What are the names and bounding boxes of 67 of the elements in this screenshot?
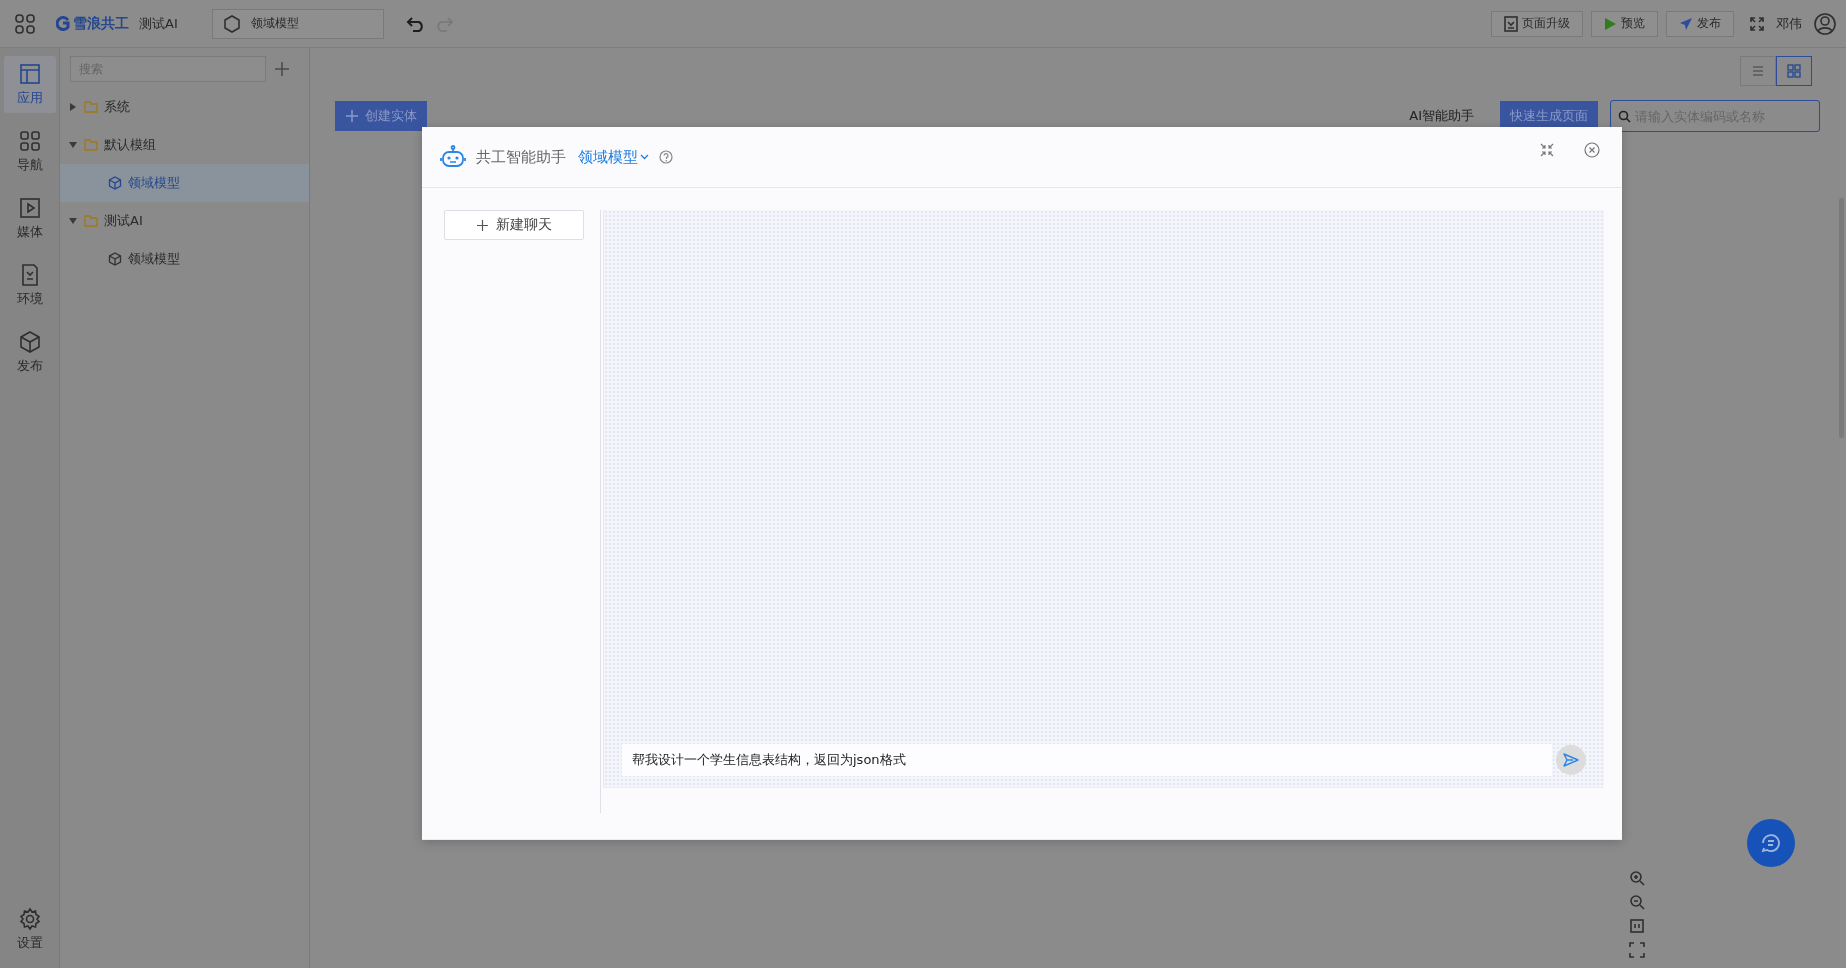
tree-item[interactable]: 领域模型 (60, 164, 309, 202)
grid-icon (1786, 63, 1802, 79)
folder-icon (84, 215, 98, 227)
dialog-title: 共工智能助手 (476, 147, 566, 167)
create-entity-button[interactable]: 创建实体 (335, 101, 427, 131)
cube-icon (108, 252, 122, 266)
list-icon (1750, 63, 1766, 79)
collapse-icon[interactable] (1540, 143, 1554, 157)
tree-folder[interactable]: 测试AI (60, 202, 309, 240)
grid-view-toggle[interactable] (1776, 56, 1812, 86)
search-icon (1618, 110, 1631, 123)
logo-icon (56, 16, 70, 31)
chat-icon (1759, 831, 1783, 855)
fullscreen-icon[interactable] (1750, 16, 1764, 31)
apps-icon[interactable] (14, 12, 36, 35)
document-icon (1504, 15, 1518, 32)
nav-item[interactable]: 导航 (3, 123, 56, 180)
project-name: 测试AI (139, 14, 178, 33)
zoom-out-icon[interactable] (1629, 894, 1645, 910)
folder-icon (84, 101, 98, 113)
tree-item[interactable]: 领域模型 (60, 240, 309, 278)
preview-button[interactable]: 预览 (1591, 10, 1658, 37)
nav-item[interactable]: 应用 (3, 56, 56, 113)
settings-item[interactable]: 设置 (3, 901, 56, 958)
new-chat-button[interactable]: 新建聊天 (444, 210, 584, 240)
list-view-toggle[interactable] (1740, 56, 1776, 86)
nav-item[interactable]: 环境 (3, 257, 56, 314)
layout-icon (17, 62, 42, 86)
nav-item[interactable]: 发布 (3, 324, 56, 381)
folder-icon (84, 139, 98, 151)
play-icon (1604, 16, 1617, 31)
plus-icon (476, 219, 488, 231)
settings-icon (17, 907, 42, 931)
send-button[interactable] (1556, 745, 1586, 775)
caret-right-icon[interactable] (68, 102, 78, 112)
caret-down-icon[interactable] (68, 140, 78, 150)
close-icon[interactable] (1584, 142, 1600, 158)
message-input[interactable]: 帮我设计一个学生信息表结构，返回为json格式 (622, 744, 1552, 776)
send-icon (1563, 753, 1579, 767)
help-icon[interactable] (659, 150, 673, 164)
tree-folder[interactable]: 默认模组 (60, 126, 309, 164)
ai-assistant-label: AI智能助手 (1409, 107, 1474, 125)
caret-down-icon[interactable] (68, 216, 78, 226)
expand-icon[interactable] (1629, 942, 1645, 958)
tree-folder[interactable]: 系统 (60, 88, 309, 126)
send-icon (1679, 16, 1693, 31)
video-icon (17, 196, 42, 220)
user-name: 邓伟 (1776, 14, 1802, 33)
zoom-in-icon[interactable] (1629, 870, 1645, 886)
grid-icon (17, 129, 42, 153)
upgrade-button[interactable]: 页面升级 (1491, 10, 1583, 37)
model-tab[interactable]: 领域模型 (211, 8, 384, 39)
chevron-down-icon (640, 154, 649, 160)
model-dropdown[interactable]: 领域模型 (578, 147, 649, 167)
avatar-icon[interactable] (1814, 12, 1836, 35)
undo-icon[interactable] (405, 15, 426, 32)
cube-icon (17, 330, 42, 354)
fit-icon[interactable] (1629, 918, 1645, 934)
publish-button[interactable]: 发布 (1666, 10, 1734, 37)
cube-icon (108, 176, 122, 190)
add-icon[interactable] (274, 61, 290, 77)
logo-text: 雪浪共工 (73, 14, 129, 33)
robot-icon (440, 145, 466, 169)
nav-item[interactable]: 媒体 (3, 190, 56, 247)
plus-icon (345, 109, 359, 123)
hexagon-icon (222, 14, 241, 33)
assistant-button[interactable] (1747, 819, 1795, 867)
